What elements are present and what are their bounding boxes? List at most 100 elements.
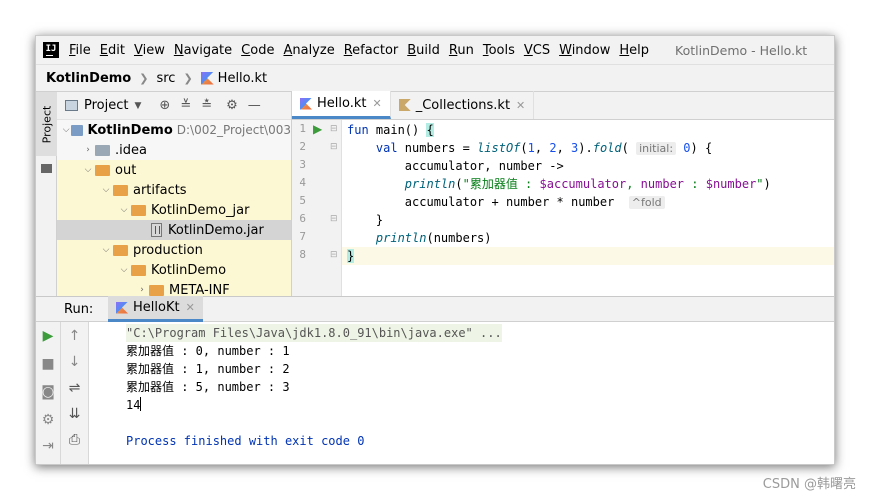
menu-tools[interactable]: Tools	[483, 43, 515, 58]
fold-marker-icon[interactable]: ⊟	[330, 124, 338, 134]
folder-icon	[113, 244, 128, 256]
menu-refactor[interactable]: Refactor	[344, 43, 399, 58]
code-line-6: }	[347, 213, 384, 227]
tab-hello-kt[interactable]: Hello.kt ✕	[292, 91, 391, 119]
menu-code[interactable]: Code	[241, 43, 274, 58]
tree-item-kotlindemo-jar-folder[interactable]: ⌵ KotlinDemo_jar	[57, 200, 291, 220]
line-number: 4	[299, 176, 306, 189]
folder-icon	[149, 284, 164, 296]
tab-collections-kt[interactable]: _Collections.kt ✕	[391, 91, 535, 119]
breadcrumb-folder[interactable]: src	[156, 71, 175, 86]
project-panel-header: Project ▼ ⊕ ≚ ≛ ⚙ —	[57, 92, 291, 120]
chevron-down-icon[interactable]: ⌵	[99, 245, 113, 255]
kotlin-file-icon	[300, 97, 312, 110]
chevron-down-icon[interactable]: ⌵	[117, 265, 131, 275]
code-area[interactable]: fun main() { val numbers = listOf(1, 2, …	[342, 120, 834, 296]
line-number: 5	[299, 194, 306, 207]
gear-icon[interactable]: ⚙	[226, 98, 238, 113]
menu-analyze[interactable]: Analyze	[283, 43, 334, 58]
console-line: Process finished with exit code 0	[126, 434, 365, 448]
fold-marker-icon[interactable]: ⊟	[330, 142, 338, 152]
tab-label: _Collections.kt	[415, 97, 511, 113]
tree-item-label: META-INF	[169, 282, 230, 297]
tree-item-kotlindemo-jar[interactable]: KotlinDemo.jar	[57, 220, 291, 240]
rerun-icon[interactable]: ▶	[36, 328, 60, 344]
menu-edit[interactable]: Edit	[100, 43, 125, 58]
breadcrumb-file[interactable]: Hello.kt	[218, 71, 267, 86]
tree-item-label: KotlinDemo.jar	[168, 222, 264, 238]
jar-file-icon	[151, 223, 162, 237]
crosshair-icon[interactable]: ⊕	[159, 98, 170, 113]
run-tab-hellokt[interactable]: HelloKt ✕	[108, 296, 203, 322]
code-line-2: val numbers = listOf(1, 2, 3).fold( init…	[347, 141, 713, 155]
breadcrumb-project[interactable]: KotlinDemo	[46, 71, 131, 86]
chevron-down-icon[interactable]: ⌵	[81, 165, 95, 175]
line-number: 7	[299, 230, 306, 243]
soft-wrap-icon[interactable]: ⇌	[61, 380, 88, 396]
stop-icon[interactable]: ■	[36, 356, 60, 372]
tool-tab-project[interactable]: Project	[36, 92, 57, 156]
menu-vcs[interactable]: VCS	[524, 43, 550, 58]
collapse-all-icon[interactable]: ≛	[201, 98, 212, 113]
menu-help[interactable]: Help	[619, 43, 649, 58]
tree-item-artifacts[interactable]: ⌵ artifacts	[57, 180, 291, 200]
tree-item-idea[interactable]: › .idea	[57, 140, 291, 160]
left-tool-strip: Project	[36, 92, 57, 296]
down-arrow-icon[interactable]: ↓	[61, 354, 88, 370]
chevron-right-icon[interactable]: ›	[135, 285, 149, 295]
expand-all-icon[interactable]: ≚	[180, 98, 191, 113]
code-editor: Hello.kt ✕ _Collections.kt ✕ 1 2 3 4 5 6…	[292, 91, 834, 296]
camera-icon[interactable]: ◙	[36, 384, 60, 400]
code-line-4: println("累加器值 : $accumulator, number : $…	[347, 177, 771, 191]
tab-label: Hello.kt	[317, 96, 367, 111]
project-view-selector[interactable]: Project	[84, 98, 128, 113]
console-line: 累加器值 : 0, number : 1	[126, 344, 290, 358]
up-arrow-icon[interactable]: ↑	[61, 328, 88, 344]
print-icon[interactable]: ⎙	[61, 432, 88, 448]
tree-item-label: out	[115, 162, 137, 178]
chevron-down-icon[interactable]: ⌵	[61, 125, 71, 135]
console-result: 14	[126, 398, 141, 412]
chevron-right-icon[interactable]: ›	[81, 145, 95, 155]
project-view-icon	[65, 100, 78, 111]
editor-tabs: Hello.kt ✕ _Collections.kt ✕	[292, 91, 834, 120]
menu-navigate[interactable]: Navigate	[174, 43, 232, 58]
tree-item-kotlindemo[interactable]: ⌵ KotlinDemo D:\002_Project\003	[57, 120, 291, 140]
settings-icon[interactable]: ⚙	[36, 412, 60, 428]
tree-item-kotlindemo-prod[interactable]: ⌵ KotlinDemo	[57, 260, 291, 280]
run-gutter-icon[interactable]: ▶	[313, 122, 322, 136]
code-line-3: accumulator, number ->	[347, 159, 564, 173]
chevron-down-icon[interactable]: ⌵	[117, 205, 131, 215]
tree-item-production[interactable]: ⌵ production	[57, 240, 291, 260]
tree-item-out[interactable]: ⌵ out	[57, 160, 291, 180]
exit-icon[interactable]: ⇥	[36, 438, 60, 454]
chevron-down-icon[interactable]: ⌵	[99, 185, 113, 195]
folder-icon	[131, 264, 146, 276]
kotlin-file-icon	[398, 99, 411, 111]
fold-marker-icon[interactable]: ⊟	[330, 250, 338, 260]
kotlin-file-icon	[200, 71, 214, 85]
code-line-8: }	[342, 247, 834, 265]
scroll-to-end-icon[interactable]: ⇊	[61, 406, 88, 422]
menu-file[interactable]: File	[69, 43, 91, 58]
tree-item-meta-inf[interactable]: › META-INF	[57, 280, 291, 296]
line-number: 3	[299, 158, 306, 171]
menu-window[interactable]: Window	[559, 43, 610, 58]
menu-run[interactable]: Run	[449, 43, 474, 58]
minimize-icon[interactable]: —	[248, 98, 261, 113]
dropdown-arrow-icon[interactable]: ▼	[134, 101, 141, 111]
close-icon[interactable]: ✕	[186, 301, 195, 314]
menu-bar: IJ File Edit View Navigate Code Analyze …	[36, 36, 834, 64]
menu-view[interactable]: View	[134, 43, 165, 58]
close-icon[interactable]: ✕	[372, 97, 381, 110]
menu-build[interactable]: Build	[407, 43, 440, 58]
breadcrumb: KotlinDemo ❯ src ❯ Hello.kt	[36, 64, 834, 92]
folder-icon	[113, 184, 128, 196]
run-label: Run:	[64, 301, 94, 317]
console-output[interactable]: "C:\Program Files\Java\jdk1.8.0_91\bin\j…	[89, 322, 834, 464]
console-line: 累加器值 : 1, number : 2	[126, 362, 290, 376]
close-icon[interactable]: ✕	[516, 99, 525, 112]
fold-marker-icon[interactable]: ⊟	[330, 214, 338, 224]
line-number: 6	[299, 212, 306, 225]
folder-icon	[41, 164, 52, 173]
